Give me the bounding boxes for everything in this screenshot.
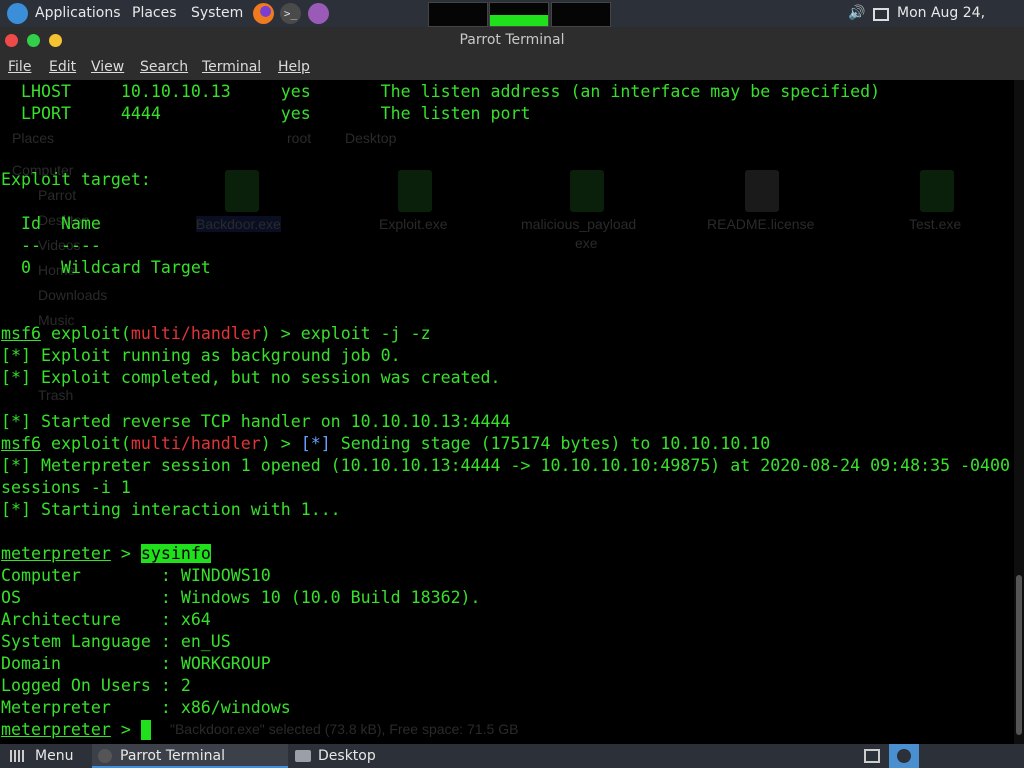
- sysinfo-os: OS : Windows 10 (10.0 Build 18362).: [1, 588, 481, 607]
- meterpreter-prompt-line: meterpreter > sysinfo: [1, 543, 211, 565]
- msf-prompt: msf6: [1, 434, 41, 453]
- interaction-line: [*] Starting interaction with 1...: [1, 500, 341, 519]
- minimize-button[interactable]: [49, 34, 62, 47]
- terminal-task-icon: [98, 749, 112, 763]
- command-text: ) > exploit -j -z: [260, 324, 431, 343]
- window-title: Parrot Terminal: [459, 32, 565, 48]
- sysinfo-domain: Domain : WORKGROUP: [1, 654, 271, 673]
- applications-menu[interactable]: Applications: [35, 0, 121, 27]
- ghost-path-desktop: Desktop: [345, 130, 397, 146]
- sessions-command: sessions -i 1: [1, 478, 131, 497]
- ghost-file-icon: [745, 170, 779, 212]
- top-panel: Applications Places System >_ 🔊 Mon Aug …: [0, 0, 1024, 48]
- prompt-text: exploit(: [40, 434, 131, 453]
- sysinfo-command: sysinfo: [140, 544, 211, 563]
- ghost-sidebar-trash: Trash: [38, 387, 74, 403]
- ghost-file-backdoor: Backdoor.exe: [196, 216, 281, 232]
- status-bullet: [*]: [300, 434, 331, 453]
- handler-line: [*] Started reverse TCP handler on 10.10…: [1, 412, 511, 431]
- menu-terminal[interactable]: Terminal: [202, 54, 261, 80]
- meterpreter-prompt: meterpreter: [1, 544, 111, 563]
- menu-search[interactable]: Search: [140, 54, 188, 80]
- target-table-header: Id Name: [1, 214, 101, 233]
- lport-row: LPORT 4444 yes The listen port: [1, 104, 531, 123]
- maximize-button[interactable]: [27, 34, 40, 47]
- close-button[interactable]: [5, 34, 18, 47]
- module-name: multi/handler: [130, 324, 261, 343]
- cpu-monitor: [428, 2, 488, 27]
- task-label: Parrot Terminal: [120, 748, 226, 764]
- ghost-file-exploit: Exploit.exe: [379, 216, 448, 232]
- menu-file[interactable]: File: [8, 54, 31, 80]
- sysinfo-computer: Computer : WINDOWS10: [1, 566, 271, 585]
- job-line: [*] Exploit running as background job 0.: [1, 346, 401, 365]
- terminal-launcher-icon[interactable]: >_: [280, 3, 301, 24]
- folder-icon: [295, 750, 311, 762]
- text-cursor[interactable]: [140, 720, 151, 740]
- menu-view[interactable]: View: [91, 54, 124, 80]
- menu-grid-icon[interactable]: [10, 744, 26, 768]
- memory-monitor: [489, 2, 549, 27]
- no-session-line: [*] Exploit completed, but no session wa…: [1, 368, 501, 387]
- ghost-file-payload: malicious_payload: [521, 216, 637, 232]
- volume-icon[interactable]: 🔊: [848, 0, 865, 27]
- parrot-logo-icon[interactable]: [7, 3, 28, 24]
- ghost-file-test: Test.exe: [909, 216, 962, 232]
- prompt-text: >: [110, 544, 141, 563]
- notes-launcher-icon[interactable]: [308, 3, 329, 24]
- workspace-switcher-icon[interactable]: [862, 744, 882, 768]
- menu-button[interactable]: Menu: [35, 744, 73, 768]
- ghost-places-label: Places: [12, 130, 55, 146]
- ghost-path-root: root: [287, 130, 312, 146]
- module-name: multi/handler: [130, 434, 261, 453]
- menu-help[interactable]: Help: [278, 54, 310, 80]
- firefox-icon[interactable]: [253, 3, 274, 24]
- task-parrot-terminal[interactable]: Parrot Terminal: [92, 744, 288, 768]
- stage-text: Sending stage (175174 bytes) to 10.10.10…: [330, 434, 771, 453]
- lhost-row: LHOST 10.10.10.13 yes The listen address…: [1, 82, 881, 101]
- sysinfo-meterpreter: Meterpreter : x86/windows: [1, 698, 291, 717]
- sysinfo-users: Logged On Users : 2: [1, 676, 191, 695]
- msf-prompt: msf6: [1, 324, 41, 343]
- msf-prompt-line: msf6 exploit(multi/handler) > [*] Sendin…: [1, 433, 770, 455]
- window-titlebar[interactable]: Parrot Terminal: [0, 27, 1024, 54]
- meterpreter-prompt: meterpreter: [1, 720, 111, 739]
- prompt-text: >: [110, 720, 141, 739]
- msf-prompt-line: msf6 exploit(multi/handler) > exploit -j…: [1, 323, 431, 345]
- terminal-output[interactable]: Places root Desktop Computer Parrot Desk…: [0, 80, 1014, 744]
- prompt-text: ) >: [260, 434, 301, 453]
- menu-bar: File Edit View Search Terminal Help: [0, 54, 1024, 80]
- places-menu[interactable]: Places: [132, 0, 177, 27]
- task-label: Desktop: [318, 748, 376, 764]
- sysinfo-language: System Language : en_US: [1, 632, 231, 651]
- task-desktop[interactable]: Desktop: [290, 744, 490, 768]
- network-monitor: [551, 2, 611, 27]
- ghost-file-payload-ext: exe: [575, 235, 598, 251]
- ghost-file-icon: [225, 170, 259, 212]
- bottom-taskbar: Menu Parrot Terminal Desktop: [0, 744, 1024, 768]
- target-table-row: 0 Wildcard Target: [1, 258, 211, 277]
- sysinfo-architecture: Architecture : x64: [1, 610, 211, 629]
- meterpreter-input-line[interactable]: meterpreter >: [1, 719, 151, 741]
- clock[interactable]: Mon Aug 24, 09:55: [897, 0, 1024, 48]
- ghost-file-readme: README.license: [707, 216, 815, 232]
- session-opened-line: [*] Meterpreter session 1 opened (10.10.…: [1, 456, 1011, 475]
- menu-edit[interactable]: Edit: [49, 54, 76, 80]
- scrollbar-thumb[interactable]: [1016, 575, 1022, 735]
- ghost-file-icon: [570, 170, 604, 212]
- system-menu[interactable]: System: [191, 0, 243, 27]
- tray-terminal-icon[interactable]: [889, 744, 919, 768]
- prompt-text: exploit(: [40, 324, 131, 343]
- ghost-file-icon: [920, 170, 954, 212]
- ghost-status-bar: "Backdoor.exe" selected (73.8 kB), Free …: [170, 721, 519, 737]
- exploit-target-heading: Exploit target:: [1, 170, 151, 189]
- display-icon[interactable]: [873, 0, 889, 27]
- target-table-separator: -- ----: [1, 236, 101, 255]
- ghost-sidebar-downloads: Downloads: [38, 287, 108, 303]
- ghost-file-icon: [398, 170, 432, 212]
